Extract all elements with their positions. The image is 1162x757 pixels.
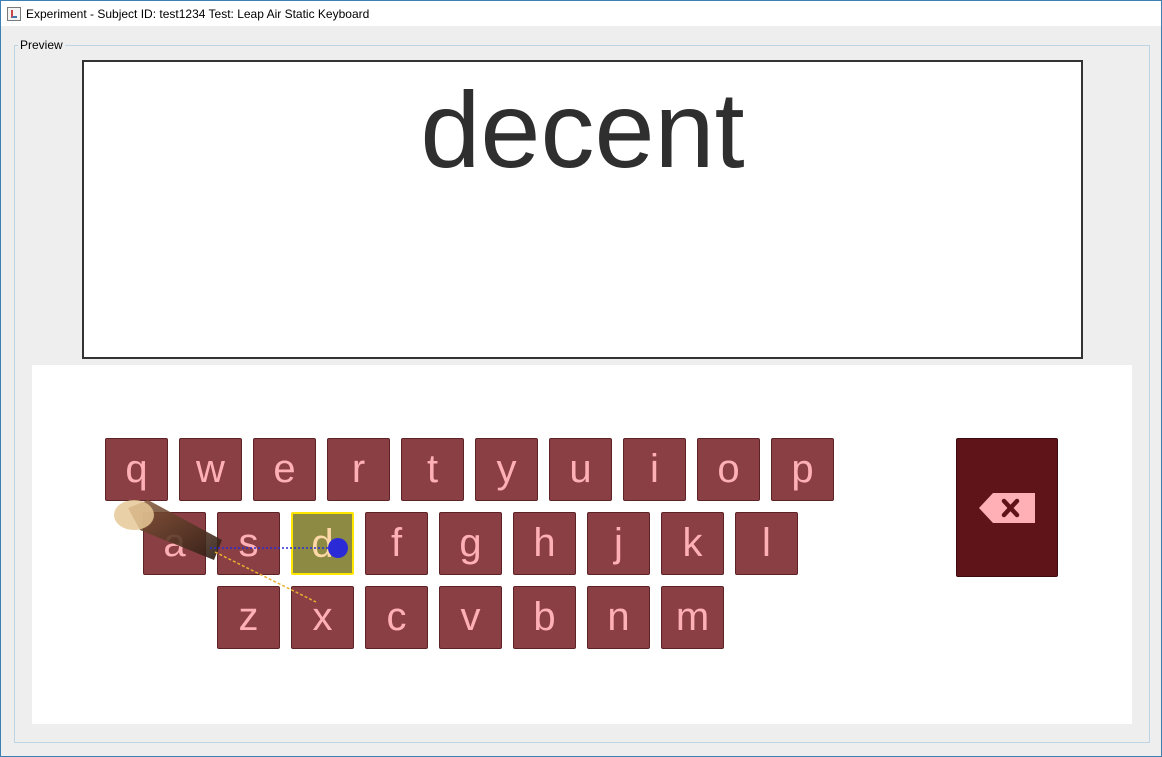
- target-word-box: decent: [82, 60, 1083, 212]
- key-r[interactable]: r: [327, 438, 390, 501]
- key-s[interactable]: s: [217, 512, 280, 575]
- title-bar: Experiment - Subject ID: test1234 Test: …: [1, 1, 1161, 26]
- key-a[interactable]: a: [143, 512, 206, 575]
- key-c[interactable]: c: [365, 586, 428, 649]
- key-w[interactable]: w: [179, 438, 242, 501]
- key-g[interactable]: g: [439, 512, 502, 575]
- key-z[interactable]: z: [217, 586, 280, 649]
- key-m[interactable]: m: [661, 586, 724, 649]
- key-n[interactable]: n: [587, 586, 650, 649]
- key-v[interactable]: v: [439, 586, 502, 649]
- key-f[interactable]: f: [365, 512, 428, 575]
- backspace-key[interactable]: [956, 438, 1058, 577]
- key-l[interactable]: l: [735, 512, 798, 575]
- key-e[interactable]: e: [253, 438, 316, 501]
- target-word: decent: [420, 69, 745, 190]
- key-p[interactable]: p: [771, 438, 834, 501]
- key-d[interactable]: d: [291, 512, 354, 575]
- window-title: Experiment - Subject ID: test1234 Test: …: [26, 6, 370, 21]
- java-app-icon: [7, 6, 21, 21]
- key-t[interactable]: t: [401, 438, 464, 501]
- key-k[interactable]: k: [661, 512, 724, 575]
- key-o[interactable]: o: [697, 438, 760, 501]
- key-h[interactable]: h: [513, 512, 576, 575]
- key-q[interactable]: q: [105, 438, 168, 501]
- typed-text-box: [82, 209, 1083, 359]
- key-y[interactable]: y: [475, 438, 538, 501]
- key-i[interactable]: i: [623, 438, 686, 501]
- key-b[interactable]: b: [513, 586, 576, 649]
- preview-legend: Preview: [18, 38, 65, 52]
- backspace-icon: [979, 493, 1035, 523]
- key-u[interactable]: u: [549, 438, 612, 501]
- key-x[interactable]: x: [291, 586, 354, 649]
- key-j[interactable]: j: [587, 512, 650, 575]
